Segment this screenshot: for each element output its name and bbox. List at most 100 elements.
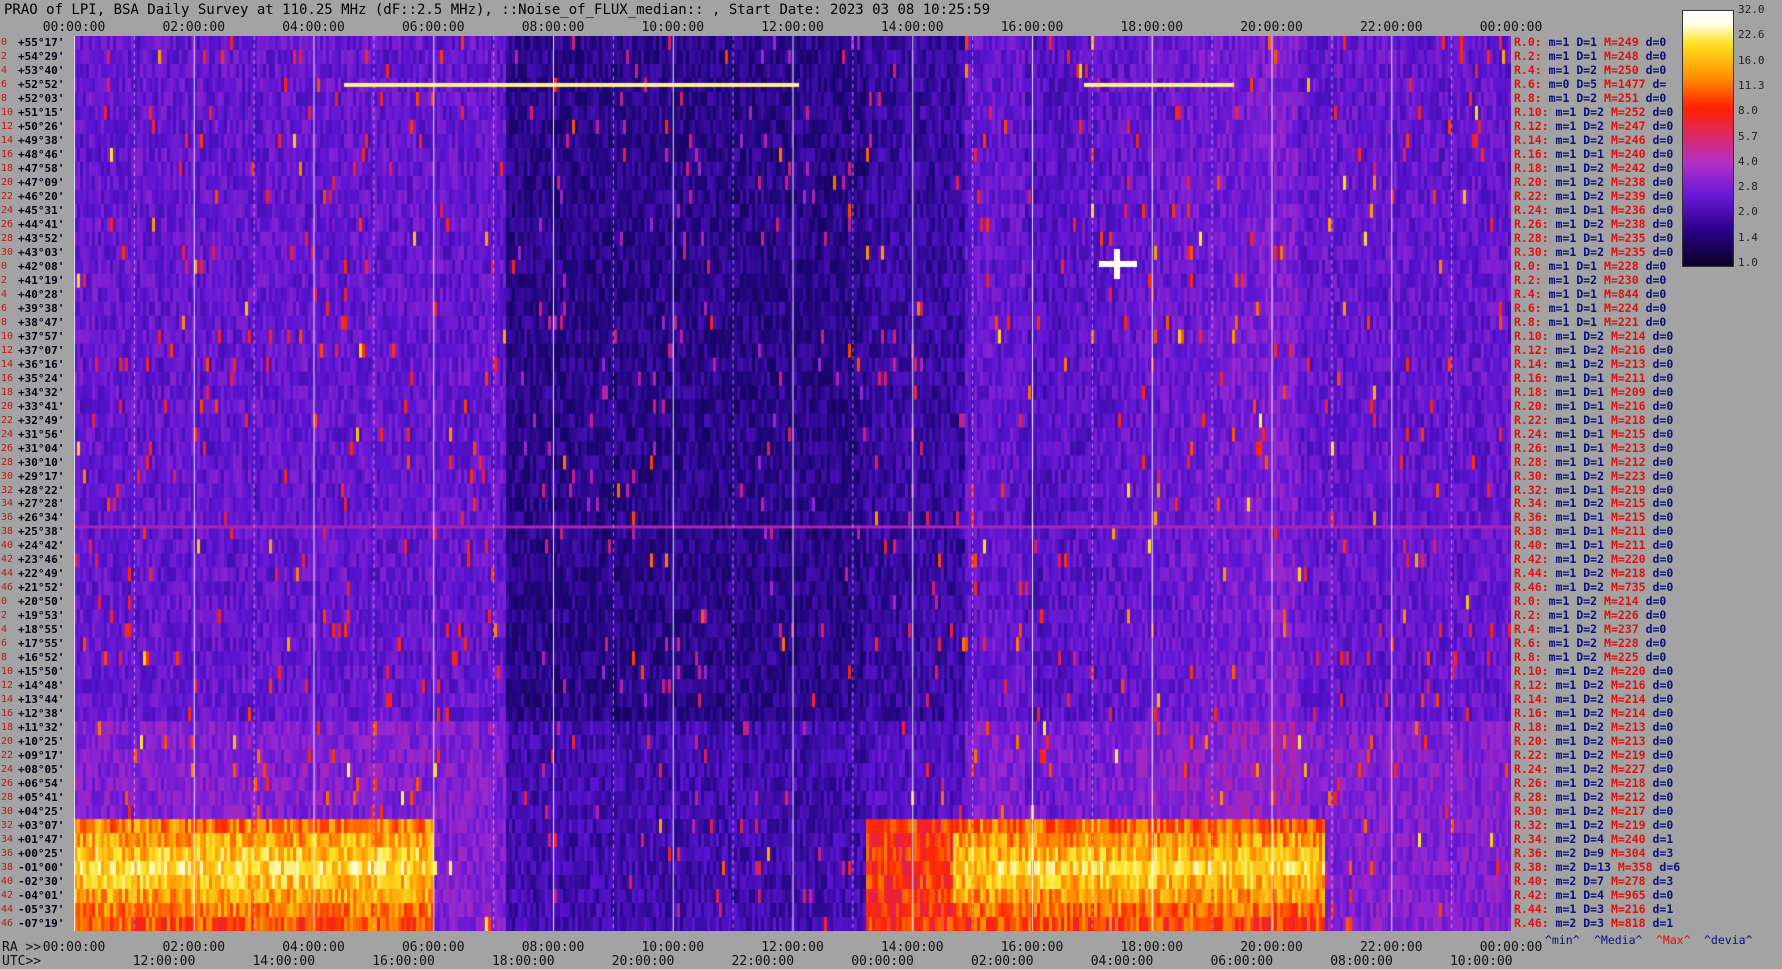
ra-tick-label: 22:00:00 [1359,940,1423,955]
declination-label: +29°17' [18,469,65,483]
colorbar-tick: 8.0 [1738,104,1758,118]
utc-tick-label: 20:00:00 [611,954,675,969]
utc-tick-label: 18:00:00 [491,954,555,969]
legend-median: ^Media^ [1594,933,1643,947]
row-index: 12 [1,344,14,356]
ra-axis-label: RA >> [2,940,42,955]
ra-tick-label: 04:00:00 [282,940,345,955]
row-index: 22 [1,750,14,762]
declination-label: +43°52' [18,231,65,245]
ra-tick-label: 00:00:00 [1479,940,1543,955]
utc-axis-label: UTC>> [2,954,42,969]
row-index: 24 [1,428,14,440]
row-stat: R.20: m=1 D=2 M=213 d=0 [1514,734,1674,749]
row-stat: R.46: m=1 D=2 M=735 d=0 [1514,580,1674,595]
declination-label: +40°28' [18,287,65,301]
row-stat: R.14: m=1 D=2 M=246 d=0 [1514,132,1674,147]
declination-label: +09°17' [18,749,65,763]
top-tick-label: 10:00:00 [641,20,705,35]
row-stat: R.22: m=1 D=2 M=219 d=0 [1514,748,1674,763]
top-tick-label: 22:00:00 [1359,20,1423,35]
row-index: 6 [1,78,8,90]
legend-devia: ^devia^ [1704,933,1753,947]
row-index: 10 [1,106,14,118]
row-stat: R.40: m=2 D=7 M=278 d=3 [1514,874,1674,889]
utc-tick-label: 02:00:00 [970,954,1034,969]
row-index: 12 [1,680,14,692]
utc-tick-label: 00:00:00 [851,954,914,969]
declination-label: +52°03' [18,91,65,105]
row-stat: R.36: m=1 D=1 M=215 d=0 [1514,510,1674,525]
declination-label: +42°08' [18,259,65,273]
row-index: 0 [1,596,8,608]
declination-label: +55°17' [18,36,65,49]
row-index: 18 [1,162,14,174]
row-index: 2 [1,610,8,622]
row-index: 8 [1,92,8,104]
top-tick-label: 16:00:00 [1000,20,1064,35]
heatmap-plot [74,36,1511,931]
declination-label: +15°50' [18,665,65,679]
row-index: 30 [1,246,14,258]
row-index: 28 [1,232,14,244]
row-index: 34 [1,498,14,510]
row-index: 16 [1,708,14,720]
row-index: 26 [1,778,14,790]
declination-label: +26°34' [18,511,65,525]
utc-tick-label: 06:00:00 [1210,954,1274,969]
row-index: 28 [1,456,14,468]
row-stat: R.14: m=1 D=2 M=214 d=0 [1514,692,1674,707]
row-index: 8 [1,652,8,664]
declination-label: -07°19' [18,917,65,931]
row-index: 0 [1,260,8,272]
colorbar-tick: 2.8 [1738,180,1758,194]
row-stat: R.8: m=1 D=1 M=221 d=0 [1514,314,1667,329]
declination-label: +53°40' [18,63,65,77]
row-index: 20 [1,400,14,412]
row-index: 42 [1,890,14,902]
row-index: 24 [1,764,14,776]
row-stat: R.28: m=1 D=1 M=235 d=0 [1514,230,1674,245]
declination-label: +00°25' [18,847,65,861]
row-stat: R.24: m=1 D=1 M=236 d=0 [1514,202,1674,217]
row-index: 22 [1,414,14,426]
row-stat: R.28: m=1 D=1 M=212 d=0 [1514,454,1674,469]
row-index: 46 [1,582,14,594]
row-stat: R.32: m=1 D=1 M=219 d=0 [1514,482,1674,497]
row-stat: R.2: m=1 D=2 M=226 d=0 [1514,608,1667,623]
declination-label: +38°47' [18,315,65,329]
ra-tick-label: 08:00:00 [521,940,585,955]
declination-label: +18°55' [18,623,65,637]
colorbar-tick: 1.4 [1738,230,1758,244]
row-stat: R.0: m=1 D=2 M=214 d=0 [1514,594,1667,609]
declination-label: +14°48' [18,679,65,693]
row-stat: R.16: m=1 D=2 M=214 d=0 [1514,706,1674,721]
row-stat: R.20: m=1 D=2 M=238 d=0 [1514,174,1674,189]
row-stat: R.4: m=1 D=2 M=237 d=0 [1514,622,1667,637]
declination-label: -04°01' [18,889,65,903]
row-stat: R.46: m=2 D=3 M=818 d=1 [1514,916,1674,931]
declination-label: +47°58' [18,161,65,175]
row-stat: R.8: m=1 D=2 M=225 d=0 [1514,650,1667,665]
declination-label: +25°38' [18,525,65,539]
declination-label: -05°37' [18,903,65,917]
row-index: 36 [1,848,14,860]
legend-min: ^min^ [1545,933,1580,947]
row-index: 16 [1,148,14,160]
ra-tick-label: 18:00:00 [1120,940,1184,955]
row-stat: R.40: m=1 D=1 M=211 d=0 [1514,538,1674,553]
declination-label: +10°25' [18,735,65,749]
declination-label: +43°03' [18,245,65,259]
row-index: 30 [1,806,14,818]
row-index: 38 [1,526,14,538]
row-stat: R.26: m=1 D=1 M=213 d=0 [1514,440,1674,455]
declination-label: +39°38' [18,301,65,315]
row-index: 26 [1,218,14,230]
row-index: 6 [1,302,8,314]
row-stat: R.16: m=1 D=1 M=211 d=0 [1514,370,1674,385]
ra-tick-label: 02:00:00 [162,940,226,955]
row-index: 14 [1,694,14,706]
declination-label: +28°22' [18,483,65,497]
declination-label: +34°32' [18,385,65,399]
declination-label: +49°38' [18,133,65,147]
